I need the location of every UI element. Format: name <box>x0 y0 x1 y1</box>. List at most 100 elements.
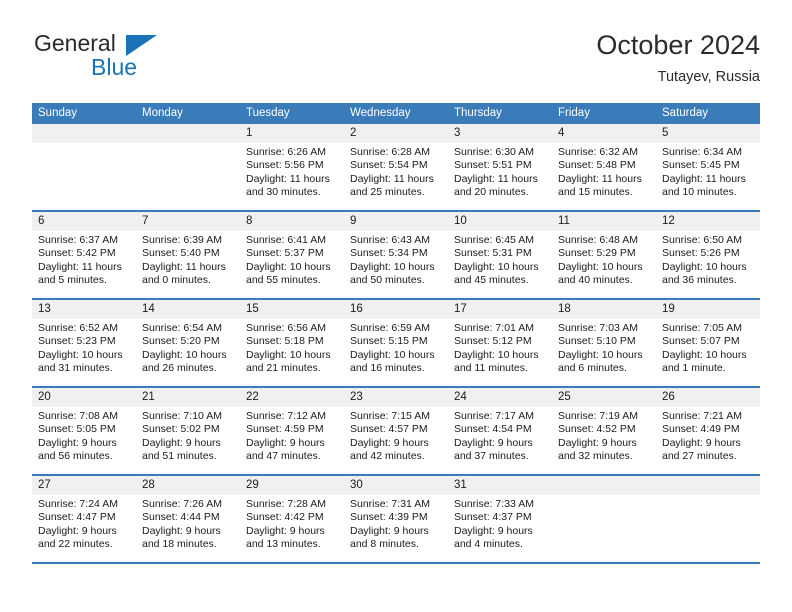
day-info-line: and 0 minutes. <box>142 274 211 287</box>
day-cell-19[interactable]: 19 Sunrise: 7:05 AM Sunset: 5:07 PM Dayligh… <box>656 300 760 386</box>
day-sun-info: Sunrise: 6:56 AM Sunset: 5:18 PM Daylight:… <box>240 319 344 376</box>
day-cell-24[interactable]: 24 Sunrise: 7:17 AM Sunset: 4:54 PM Dayligh… <box>448 388 552 474</box>
day-cell-27[interactable]: 27 Sunrise: 7:24 AM Sunset: 4:47 PM Dayligh… <box>32 476 136 562</box>
day-info-line: and 42 minutes. <box>350 450 425 463</box>
day-info-line: Daylight: 11 hours <box>142 260 226 273</box>
day-number: 22 <box>240 388 344 407</box>
day-info-line: and 18 minutes. <box>142 538 217 551</box>
logo-text-general: General <box>34 30 116 56</box>
calendar-week-row: 13 Sunrise: 6:52 AM Sunset: 5:23 PM Dayligh… <box>32 300 760 388</box>
day-info-line: Daylight: 11 hours <box>558 172 642 185</box>
day-info-line: Sunset: 4:54 PM <box>454 423 532 436</box>
day-cell-12[interactable]: 12 Sunrise: 6:50 AM Sunset: 5:26 PM Dayligh… <box>656 212 760 298</box>
day-cell-20[interactable]: 20 Sunrise: 7:08 AM Sunset: 5:05 PM Dayligh… <box>32 388 136 474</box>
day-cell-14[interactable]: 14 Sunrise: 6:54 AM Sunset: 5:20 PM Dayligh… <box>136 300 240 386</box>
day-sun-info: Sunrise: 7:26 AM Sunset: 4:44 PM Daylight:… <box>136 495 240 552</box>
day-cell-2[interactable]: 2 Sunrise: 6:28 AM Sunset: 5:54 PM Daylight… <box>344 124 448 210</box>
day-cell-15[interactable]: 15 Sunrise: 6:56 AM Sunset: 5:18 PM Dayligh… <box>240 300 344 386</box>
day-sun-info: Sunrise: 6:48 AM Sunset: 5:29 PM Daylight:… <box>552 231 656 288</box>
day-cell-3[interactable]: 3 Sunrise: 6:30 AM Sunset: 5:51 PM Daylight… <box>448 124 552 210</box>
day-cell-17[interactable]: 17 Sunrise: 7:01 AM Sunset: 5:12 PM Dayligh… <box>448 300 552 386</box>
day-info-line: and 1 minute. <box>662 362 726 375</box>
day-info-line: Daylight: 10 hours <box>662 348 747 361</box>
day-cell-10[interactable]: 10 Sunrise: 6:45 AM Sunset: 5:31 PM Dayligh… <box>448 212 552 298</box>
day-cell-11[interactable]: 11 Sunrise: 6:48 AM Sunset: 5:29 PM Dayligh… <box>552 212 656 298</box>
day-cell-21[interactable]: 21 Sunrise: 7:10 AM Sunset: 5:02 PM Dayligh… <box>136 388 240 474</box>
day-cell-31[interactable]: 31 Sunrise: 7:33 AM Sunset: 4:37 PM Dayligh… <box>448 476 552 562</box>
day-info-line: and 45 minutes. <box>454 274 529 287</box>
day-info-line: and 37 minutes. <box>454 450 529 463</box>
day-info-line: Sunset: 5:34 PM <box>350 247 428 260</box>
day-sun-info: Sunrise: 6:41 AM Sunset: 5:37 PM Daylight:… <box>240 231 344 288</box>
day-cell-30[interactable]: 30 Sunrise: 7:31 AM Sunset: 4:39 PM Dayligh… <box>344 476 448 562</box>
day-info-line: Sunset: 4:52 PM <box>558 423 636 436</box>
day-cell-7[interactable]: 7 Sunrise: 6:39 AM Sunset: 5:40 PM Daylight… <box>136 212 240 298</box>
day-info-line: Sunset: 4:57 PM <box>350 423 428 436</box>
day-cell-23[interactable]: 23 Sunrise: 7:15 AM Sunset: 4:57 PM Dayligh… <box>344 388 448 474</box>
day-info-line: Daylight: 10 hours <box>350 260 435 273</box>
day-info-line: Sunrise: 7:21 AM <box>662 410 742 422</box>
day-sun-info: Sunrise: 7:31 AM Sunset: 4:39 PM Daylight:… <box>344 495 448 552</box>
day-info-line: Sunset: 5:37 PM <box>246 247 324 260</box>
day-info-line: Sunset: 4:47 PM <box>38 511 116 524</box>
day-cell-empty <box>552 476 656 562</box>
day-info-line: Daylight: 9 hours <box>454 524 533 537</box>
day-cell-4[interactable]: 4 Sunrise: 6:32 AM Sunset: 5:48 PM Daylight… <box>552 124 656 210</box>
weekday-header-monday: Monday <box>142 107 183 119</box>
day-info-line: Sunset: 4:59 PM <box>246 423 324 436</box>
calendar-week-row: 6 Sunrise: 6:37 AM Sunset: 5:42 PM Daylight… <box>32 212 760 300</box>
day-info-line: Daylight: 10 hours <box>38 348 123 361</box>
day-info-line: Sunrise: 7:19 AM <box>558 410 638 422</box>
weekday-header-sunday: Sunday <box>38 107 78 119</box>
day-info-line: Daylight: 10 hours <box>454 348 539 361</box>
day-info-line: Sunrise: 7:05 AM <box>662 322 742 334</box>
day-cell-8[interactable]: 8 Sunrise: 6:41 AM Sunset: 5:37 PM Daylight… <box>240 212 344 298</box>
day-info-line: and 25 minutes. <box>350 186 425 199</box>
day-cell-29[interactable]: 29 Sunrise: 7:28 AM Sunset: 4:42 PM Dayligh… <box>240 476 344 562</box>
day-info-line: Sunrise: 6:39 AM <box>142 234 222 246</box>
day-info-line: Sunset: 5:54 PM <box>350 159 428 172</box>
day-info-line: Sunset: 5:20 PM <box>142 335 220 348</box>
page-title: October 2024 <box>596 30 760 60</box>
day-cell-18[interactable]: 18 Sunrise: 7:03 AM Sunset: 5:10 PM Dayligh… <box>552 300 656 386</box>
calendar-week-row: 20 Sunrise: 7:08 AM Sunset: 5:05 PM Dayligh… <box>32 388 760 476</box>
day-cell-6[interactable]: 6 Sunrise: 6:37 AM Sunset: 5:42 PM Daylight… <box>32 212 136 298</box>
day-sun-info: Sunrise: 6:37 AM Sunset: 5:42 PM Daylight:… <box>32 231 136 288</box>
day-info-line: Sunset: 4:42 PM <box>246 511 324 524</box>
day-info-line: Sunset: 5:12 PM <box>454 335 532 348</box>
general-blue-logo[interactable]: General Blue <box>32 28 252 90</box>
day-info-line: and 20 minutes. <box>454 186 529 199</box>
day-info-line: Daylight: 9 hours <box>246 524 325 537</box>
day-info-line: Sunset: 5:10 PM <box>558 335 636 348</box>
weekday-header-row: Sunday Monday Tuesday Wednesday Thursday Frid… <box>32 103 760 124</box>
day-cell-26[interactable]: 26 Sunrise: 7:21 AM Sunset: 4:49 PM Dayligh… <box>656 388 760 474</box>
day-info-line: Daylight: 9 hours <box>350 436 429 449</box>
day-cell-5[interactable]: 5 Sunrise: 6:34 AM Sunset: 5:45 PM Daylight… <box>656 124 760 210</box>
day-cell-9[interactable]: 9 Sunrise: 6:43 AM Sunset: 5:34 PM Daylight… <box>344 212 448 298</box>
day-cell-22[interactable]: 22 Sunrise: 7:12 AM Sunset: 4:59 PM Dayligh… <box>240 388 344 474</box>
calendar-weeks: 1 Sunrise: 6:26 AM Sunset: 5:56 PM Daylight… <box>32 124 760 564</box>
day-cell-13[interactable]: 13 Sunrise: 6:52 AM Sunset: 5:23 PM Dayligh… <box>32 300 136 386</box>
day-number: 11 <box>552 212 656 231</box>
day-info-line: Sunset: 5:05 PM <box>38 423 116 436</box>
day-info-line: and 31 minutes. <box>38 362 113 375</box>
day-info-line: Sunrise: 6:48 AM <box>558 234 638 246</box>
day-info-line: Sunrise: 6:34 AM <box>662 146 742 158</box>
day-info-line: Sunrise: 6:41 AM <box>246 234 326 246</box>
day-cell-1[interactable]: 1 Sunrise: 6:26 AM Sunset: 5:56 PM Daylight… <box>240 124 344 210</box>
day-sun-info: Sunrise: 6:50 AM Sunset: 5:26 PM Daylight:… <box>656 231 760 288</box>
day-number: 6 <box>32 212 136 231</box>
day-cell-25[interactable]: 25 Sunrise: 7:19 AM Sunset: 4:52 PM Dayligh… <box>552 388 656 474</box>
day-number: 18 <box>552 300 656 319</box>
weekday-header-saturday: Saturday <box>662 107 709 119</box>
day-sun-info: Sunrise: 6:54 AM Sunset: 5:20 PM Daylight:… <box>136 319 240 376</box>
day-cell-28[interactable]: 28 Sunrise: 7:26 AM Sunset: 4:44 PM Dayligh… <box>136 476 240 562</box>
day-info-line: Daylight: 9 hours <box>142 524 221 537</box>
day-info-line: and 56 minutes. <box>38 450 113 463</box>
day-info-line: Sunrise: 6:28 AM <box>350 146 430 158</box>
day-info-line: Daylight: 9 hours <box>662 436 741 449</box>
day-number: 29 <box>240 476 344 495</box>
day-info-line: Daylight: 9 hours <box>558 436 637 449</box>
day-cell-16[interactable]: 16 Sunrise: 6:59 AM Sunset: 5:15 PM Dayligh… <box>344 300 448 386</box>
day-sun-info: Sunrise: 6:39 AM Sunset: 5:40 PM Daylight:… <box>136 231 240 288</box>
